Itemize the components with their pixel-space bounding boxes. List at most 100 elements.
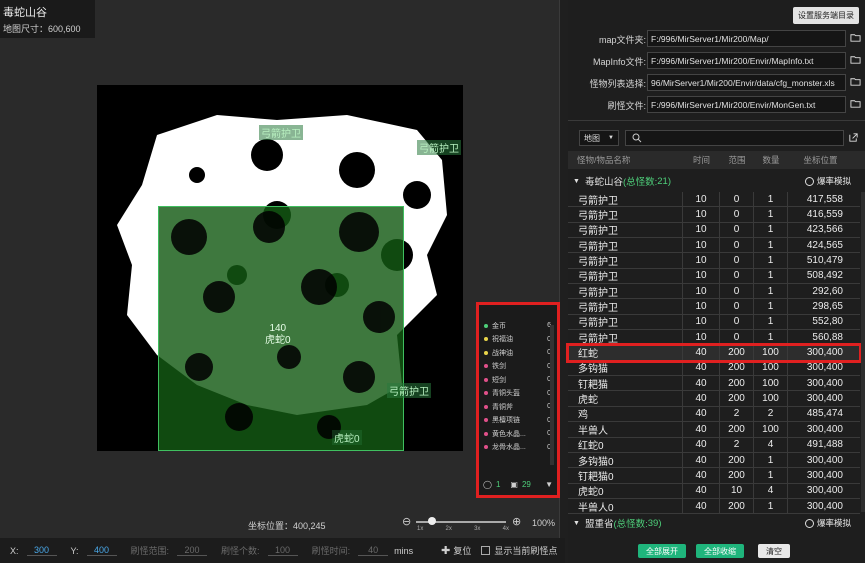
row-range: 0 xyxy=(720,330,754,345)
table-row[interactable]: 虎蛇0 40 10 4 300,400 xyxy=(568,483,860,499)
folder-icon[interactable] xyxy=(850,98,861,109)
table-row[interactable]: 弓箭护卫 10 0 1 552,80 xyxy=(568,314,860,331)
row-range: 200 xyxy=(720,391,754,406)
table-row[interactable]: 钉耙猫 40 200 100 300,400 xyxy=(568,376,860,392)
spawn-label-guard-3[interactable]: 弓箭护卫 xyxy=(387,383,431,398)
range-input[interactable]: 200 xyxy=(177,545,208,556)
clear-button[interactable]: 清空 xyxy=(758,544,790,558)
reset-button[interactable]: 复位 xyxy=(453,544,471,557)
monster-list-input[interactable]: 96/MirServer1/Mir200/Envir/data/cfg_mons… xyxy=(647,74,846,91)
move-icon[interactable]: ✚ xyxy=(441,544,450,557)
drop-item-name: 黄色水晶... xyxy=(492,430,526,438)
table-row[interactable]: 弓箭护卫 10 0 1 417,558 xyxy=(568,192,860,208)
zoom-slider-handle[interactable] xyxy=(428,517,436,525)
row-count: 1 xyxy=(754,268,788,284)
mapinfo-input[interactable]: F:/996/MirServer1/Mir200/Envir/MapInfo.t… xyxy=(647,52,846,69)
row-name: 半兽人0 xyxy=(568,498,683,514)
spawn-center-label[interactable]: 140 虎蛇0 xyxy=(265,323,291,347)
time-label: 刷怪时间: xyxy=(311,546,351,556)
row-pos: 491,488 xyxy=(806,439,843,451)
table-row[interactable]: 多钩猫0 40 200 1 300,400 xyxy=(568,452,860,469)
x-input[interactable]: 300 xyxy=(26,545,57,556)
drop-item-name: 黑檀项链 xyxy=(492,417,520,425)
group-header-mengzhong[interactable]: ▼ 盟重省 (总怪数: 39 ) 爆率模拟 xyxy=(568,514,865,532)
drop-item[interactable]: 青铜斧0 xyxy=(481,400,551,414)
table-row-selected[interactable]: 红蛇 40 200 100 300,400 xyxy=(566,343,862,363)
row-pos: 292,60 xyxy=(812,285,843,297)
row-name: 弓箭护卫 xyxy=(568,253,683,268)
table-row[interactable]: 弓箭护卫 10 0 1 298,65 xyxy=(568,299,860,315)
table-row[interactable]: 红蛇0 40 2 4 491,488 xyxy=(568,437,860,453)
table-row[interactable]: 弓箭护卫 10 0 1 416,559 xyxy=(568,207,860,223)
table-row[interactable]: 半兽人0 40 200 1 300,400 xyxy=(568,498,860,515)
search-input[interactable] xyxy=(625,130,844,146)
expand-all-button[interactable]: 全部展开 xyxy=(638,544,686,558)
zoom-out-icon[interactable]: ⊖ xyxy=(402,515,411,528)
row-pos: 300,400 xyxy=(806,347,843,359)
chevron-down-icon: ▼ xyxy=(608,135,614,141)
map-select[interactable]: 地图 ▼ xyxy=(579,130,619,146)
drop-item[interactable]: 金币6 xyxy=(481,319,551,333)
table-scrollbar[interactable] xyxy=(861,192,865,512)
external-link-icon[interactable] xyxy=(848,132,859,143)
table-row[interactable]: 钉耙猫0 40 200 1 300,400 xyxy=(568,468,860,484)
row-time: 40 xyxy=(683,345,720,360)
row-pos: 300,400 xyxy=(806,377,843,389)
rarity-dot-icon xyxy=(484,323,488,328)
row-time: 10 xyxy=(683,330,720,345)
folder-icon[interactable] xyxy=(850,32,861,43)
mongen-input[interactable]: F:/996/MirServer1/Mir200/Envir/MonGen.tx… xyxy=(647,96,846,113)
drop-item[interactable]: 铁剑0 xyxy=(481,360,551,374)
burst-sim-button[interactable]: 爆率模拟 xyxy=(804,175,851,187)
col-pos-header[interactable]: 坐标位置 xyxy=(788,154,853,166)
drop-list-popup[interactable]: 金币6祝福油0战神油0铁剑0短剑0青铜头盔0青铜斧0黑檀项链0黄色水晶...0龙… xyxy=(476,302,560,498)
table-row[interactable]: 弓箭护卫 10 0 1 510,479 xyxy=(568,253,860,269)
map-view[interactable]: 毒蛇山谷 地图尺寸：600,600 弓箭护卫 弓箭护卫 弓箭护卫 140 虎蛇0… xyxy=(0,0,560,538)
table-row[interactable]: 鸡 40 2 2 485,474 xyxy=(568,406,860,423)
settings-dir-button[interactable]: 设置服务端目录 xyxy=(793,7,859,24)
spawn-label-guard-2[interactable]: 弓箭护卫 xyxy=(417,140,461,155)
drop-item-name: 龙骨水晶... xyxy=(492,444,526,452)
table-row[interactable]: 弓箭护卫 10 0 1 508,492 xyxy=(568,268,860,285)
spawn-label-bottom[interactable]: 虎蛇0 xyxy=(332,430,362,445)
map-folder-input[interactable]: F:/996/MirServer1/Mir200/Map/ xyxy=(647,30,846,47)
spawn-label-guard-1[interactable]: 弓箭护卫 xyxy=(259,125,303,140)
group-sum-value: 21 xyxy=(657,175,668,187)
row-name: 半兽人 xyxy=(568,422,683,437)
table-row[interactable]: 虎蛇 40 200 100 300,400 xyxy=(568,391,860,407)
table-row[interactable]: 多钩猫 40 200 100 300,400 xyxy=(568,360,860,377)
dropdown-arrow-icon[interactable]: ▼ xyxy=(545,480,553,489)
folder-icon[interactable] xyxy=(850,76,861,87)
drop-item[interactable]: 黄色水晶...0 xyxy=(481,427,551,441)
y-input[interactable]: 400 xyxy=(86,545,117,556)
zoom-in-icon[interactable]: ⊕ xyxy=(512,515,521,528)
drop-item[interactable]: 短剑0 xyxy=(481,373,551,387)
show-spawn-checkbox[interactable] xyxy=(481,546,491,555)
table-row[interactable]: 弓箭护卫 10 0 1 424,565 xyxy=(568,238,860,254)
time-input[interactable]: 40 xyxy=(358,545,389,556)
drop-list[interactable]: 金币6祝福油0战神油0铁剑0短剑0青铜头盔0青铜斧0黑檀项链0黄色水晶...0龙… xyxy=(481,319,551,469)
folder-icon[interactable] xyxy=(850,54,861,65)
col-name-header[interactable]: 怪物/物品名称 xyxy=(568,154,683,166)
drop-item[interactable]: 战神油0 xyxy=(481,346,551,360)
row-range: 200 xyxy=(720,376,754,391)
table-row[interactable]: 弓箭护卫 10 0 1 560,88 xyxy=(568,330,860,346)
x-field: X: 300 xyxy=(10,545,57,556)
col-range-header[interactable]: 范围 xyxy=(720,154,754,166)
burst-sim-button[interactable]: 爆率模拟 xyxy=(804,517,851,529)
col-count-header[interactable]: 数量 xyxy=(754,154,788,166)
map-canvas[interactable]: 弓箭护卫 弓箭护卫 弓箭护卫 140 虎蛇0 虎蛇0 xyxy=(97,85,463,451)
collapse-all-button[interactable]: 全部收缩 xyxy=(696,544,744,558)
table-row[interactable]: 弓箭护卫 10 0 1 423,566 xyxy=(568,222,860,239)
drop-item[interactable]: 黑檀项链0 xyxy=(481,414,551,428)
col-time-header[interactable]: 时间 xyxy=(683,154,720,166)
range-field: 刷怪范围: 200 xyxy=(131,544,208,557)
table-row[interactable]: 半兽人 40 200 100 300,400 xyxy=(568,422,860,438)
drop-scrollbar[interactable] xyxy=(550,325,554,465)
table-row[interactable]: 弓箭护卫 10 0 1 292,60 xyxy=(568,284,860,300)
drop-item[interactable]: 青铜头盔0 xyxy=(481,387,551,401)
drop-item[interactable]: 祝福油0 xyxy=(481,333,551,347)
drop-item[interactable]: 龙骨水晶...0 xyxy=(481,441,551,455)
count-input[interactable]: 100 xyxy=(267,545,298,556)
group-header-valley[interactable]: ▼ 毒蛇山谷 (总怪数: 21 ) 爆率模拟 xyxy=(568,172,865,190)
